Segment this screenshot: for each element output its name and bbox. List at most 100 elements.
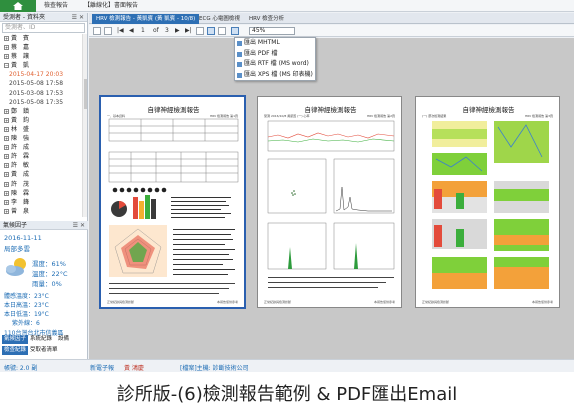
weather-date: 2016-11-11 [4,234,42,242]
tree-folder-item[interactable]: + 黃 成 [0,170,87,179]
export-xps[interactable]: 匯出 XPS 檔 (MS 印表機) [235,70,315,81]
tree-record-item[interactable]: 2015-03-08 17:53 [0,89,87,98]
page-1-thumbnail [108,118,239,294]
refresh-icon[interactable] [93,27,101,35]
tree-folder-item[interactable]: + 黃 賓 [0,34,87,43]
tree-folder-item[interactable]: − 黃 凱 [0,61,87,70]
expand-icon[interactable]: + [4,154,9,160]
zoom-select[interactable]: 45% [249,27,295,35]
tree-folder-item[interactable]: + 陳 霖 [0,189,87,198]
expand-icon[interactable]: + [4,45,9,51]
tree-item-label: 2015-05-08 17:35 [9,98,64,106]
rain-value: 雨量：0% [32,280,62,288]
page-3-thumbnail [432,121,549,289]
print-icon[interactable] [196,27,204,35]
tree-folder-item[interactable]: + 李 鋒 [0,198,87,207]
weather-panel: 2016-11-11 局部多雲 濕度：61% 溫度：22°C 雨量：0% 體感溫… [0,231,88,337]
last-page-icon[interactable]: ▶| [185,27,192,35]
collapse-icon[interactable]: − [4,63,9,69]
expand-icon[interactable]: + [4,117,9,123]
tree-folder-item[interactable]: + 曾 泉 [0,207,87,216]
expand-icon[interactable]: + [4,36,9,41]
home-button[interactable] [0,0,36,12]
tree-scrollbar[interactable] [82,34,87,217]
tree-record-item[interactable]: 2015-05-08 17:58 [0,79,87,88]
tree-item-label: 2015-03-08 17:53 [9,89,64,97]
next-page-icon[interactable]: ▶ [175,27,180,35]
high-temp: 本日高溫：23°C [4,302,49,309]
tab-patient-list[interactable]: 受取者清單 [28,346,60,355]
home-icon [13,2,23,10]
app-window: 檢查報告 【離線化】書面報告 受測者 - 資料夾 ☰ ✕ 受測者、ID + 黃 賓… [0,0,574,372]
tab-ecg[interactable]: ECG 心電圖檢視 [195,14,244,24]
tree-folder-item[interactable]: + 許 茂 [0,180,87,189]
menubar: 檢查報告 【離線化】書面報告 [0,0,574,12]
tree-folder-item[interactable]: + 鄭 鎮 [0,107,87,116]
file-icon [237,51,242,57]
tree-record-item[interactable]: 2015-04-17 20:03 [0,70,87,79]
export-pdf[interactable]: 匯出 PDF 檔 [235,49,315,60]
print-layout-icon[interactable] [207,27,215,35]
tree-item-label: 鄭 鎮 [11,107,30,115]
expand-icon[interactable]: + [4,108,9,114]
tab-hrv-analysis[interactable]: HRV 檢查分析 [245,14,288,24]
expand-icon[interactable]: + [4,172,9,178]
expand-icon[interactable]: + [4,208,9,214]
tree-item-label: 陳 霖 [11,189,30,197]
tree-item-label: 陳 強 [11,135,30,143]
tree-record-item[interactable]: 2015-05-08 17:35 [0,98,87,107]
tree-folder-item[interactable]: + 許 成 [0,143,87,152]
tree-item-label: 黃 鈞 [11,116,30,124]
report-toolbar: |◀ ◀ 1 of 3 ▶ ▶| 45% [89,25,574,37]
tree-folder-item[interactable]: + 林 盛 [0,125,87,134]
report-viewer[interactable]: 自律神經檢測報告 一、基本資料 HRV 檢測報告 第1頁 正常紀錄與檢測診斷 本… [89,38,574,359]
page-setup-icon[interactable] [218,27,226,35]
expand-icon[interactable]: + [4,136,9,142]
temperature-value: 溫度：22°C [32,270,68,278]
export-mhtml[interactable]: 匯出 MHTML [235,38,315,49]
page-total: 3 [165,27,169,34]
report-page-1[interactable]: 自律神經檢測報告 一、基本資料 HRV 檢測報告 第1頁 正常紀錄與檢測診斷 本… [100,96,245,308]
uv-index: 紫外線：6 [12,320,40,327]
settings-icon[interactable] [104,27,112,35]
report-page-2[interactable]: 自律神經檢測報告 受測 2016/10/8 黃凱賓 (一) 心率 HRV 檢測報… [257,96,402,308]
expand-icon[interactable]: + [4,190,9,196]
tree-folder-item[interactable]: + 蔡 讓 [0,52,87,61]
expand-icon[interactable]: + [4,181,9,187]
first-page-icon[interactable]: |◀ [117,27,124,35]
tab-weather[interactable]: 氣候因子 [2,335,29,344]
tree-folder-item[interactable]: + 黃 鈞 [0,116,87,125]
file-icon [237,72,242,78]
status-host: [檔案]主機: 診斷技術公司 [180,365,249,372]
expand-icon[interactable]: + [4,199,9,205]
prev-page-icon[interactable]: ◀ [129,27,134,35]
menu-offline-report[interactable]: 【離線化】書面報告 [84,1,138,11]
expand-icon[interactable]: + [4,126,9,132]
left-panel: 受測者 - 資料夾 ☰ ✕ 受測者、ID + 黃 賓 + 蔡 嘉 + 蔡 讓 − 黃 凱 201… [0,13,88,359]
page-number[interactable]: 1 [141,27,145,35]
export-icon[interactable] [231,27,239,35]
status-news[interactable]: 新電子報 [90,363,114,372]
tree-item-label: 許 敏 [11,162,30,170]
search-input[interactable]: 受測者、ID [2,23,85,33]
export-rtf[interactable]: 匯出 RTF 檔 (MS word) [235,59,315,70]
tab-device[interactable]: 設備 [56,335,71,344]
tree-item-label: 林 盛 [11,125,30,133]
expand-icon[interactable]: + [4,163,9,169]
tree-folder-item[interactable]: + 蔡 嘉 [0,43,87,52]
tree-folder-item[interactable]: + 陳 強 [0,134,87,143]
tab-system-log[interactable]: 系統紀錄 [28,335,54,344]
page-2-thumbnail [267,120,395,288]
tree-folder-item[interactable]: + 許 敏 [0,161,87,170]
menu-report[interactable]: 檢查報告 [44,1,68,11]
expand-icon[interactable]: + [4,145,9,151]
tree-folder-item[interactable]: + 許 霖 [0,152,87,161]
feels-like: 體感溫度：23°C [4,293,49,300]
expand-icon[interactable]: + [4,54,9,60]
file-icon [237,41,242,46]
report-page-3[interactable]: 自律神經檢測報告 (一) 歷次檢測結果 HRV 檢測報告 第3頁 正常紀錄與檢測… [415,96,560,308]
tab-exam-record[interactable]: 檢查紀錄 [2,346,29,355]
tree-item-label: 許 霖 [11,153,30,161]
panel-controls[interactable]: ☰ ✕ [72,13,84,22]
tab-hrv-report[interactable]: HRV 檢測報告 - 黃凱賓 (黃 凱賓 - 10/8) [92,14,200,24]
